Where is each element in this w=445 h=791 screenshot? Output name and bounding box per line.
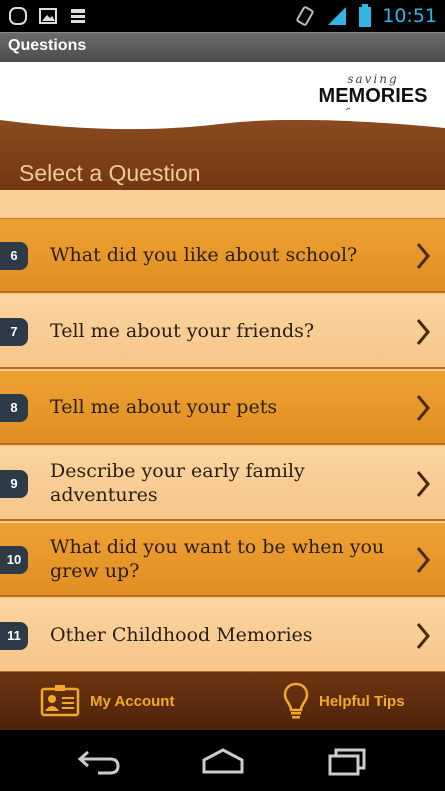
question-row-9[interactable]: 9 Describe your early family adventures [0,447,445,521]
clock: 10:51 [382,5,437,27]
question-number-badge: 11 [0,622,28,650]
lightbulb-icon [283,682,309,719]
chevron-right-icon [416,319,430,345]
question-number-badge: 7 [0,318,28,346]
section-title: Select a Question [19,160,201,186]
chevron-right-icon [416,395,430,421]
my-account-label: My Account [90,692,175,710]
question-text: What did you like about school? [50,244,358,266]
question-row-7[interactable]: 7 Tell me about your friends? [0,295,445,369]
helpful-tips-button[interactable]: Helpful Tips [283,672,405,730]
chevron-right-icon [416,547,430,573]
chevron-right-icon [416,471,430,497]
question-text: Other Childhood Memories [50,624,313,646]
battery-icon [359,4,372,27]
question-text: Tell me about your friends? [50,320,315,342]
id-card-icon [40,685,80,717]
chevron-right-icon [416,243,430,269]
question-text: What did you want to be when you grew up… [50,536,385,582]
signal-icon [328,7,347,25]
page-title: Questions [8,37,87,54]
logo-line-1: saving [347,72,399,86]
question-row-11[interactable]: 11 Other Childhood Memories [0,599,445,672]
question-number-badge: 9 [0,470,28,498]
question-number-badge: 6 [0,242,28,270]
home-icon[interactable] [200,746,246,776]
logo-line-2: MEMORIES [318,85,428,107]
my-account-button[interactable]: My Account [40,672,174,730]
question-text: Describe your early family adventures [50,460,305,506]
question-list[interactable]: 6 What did you like about school? 7 Tell… [0,190,445,672]
question-row-6[interactable]: 6 What did you like about school? [0,219,445,293]
rotate-icon [296,6,314,26]
question-text: Tell me about your pets [50,396,278,418]
bottom-toolbar: My Account Helpful Tips [0,672,445,730]
question-number-badge: 8 [0,394,28,422]
app-notification-icon [9,7,27,25]
list-notification-icon [71,9,85,23]
helpful-tips-label: Helpful Tips [319,692,405,710]
banner-curve [0,110,445,130]
question-row-8[interactable]: 8 Tell me about your pets [0,371,445,445]
image-notification-icon [39,8,57,24]
system-nav-bar [0,730,445,791]
status-bar: 10:51 [0,0,445,32]
back-icon[interactable] [76,746,122,776]
list-top-fade [0,190,445,219]
chevron-right-icon [416,623,430,649]
recent-apps-icon[interactable] [324,746,370,776]
action-bar: Questions [0,32,445,62]
question-number-badge: 10 [0,546,28,574]
question-row-10[interactable]: 10 What did you want to be when you grew… [0,523,445,597]
